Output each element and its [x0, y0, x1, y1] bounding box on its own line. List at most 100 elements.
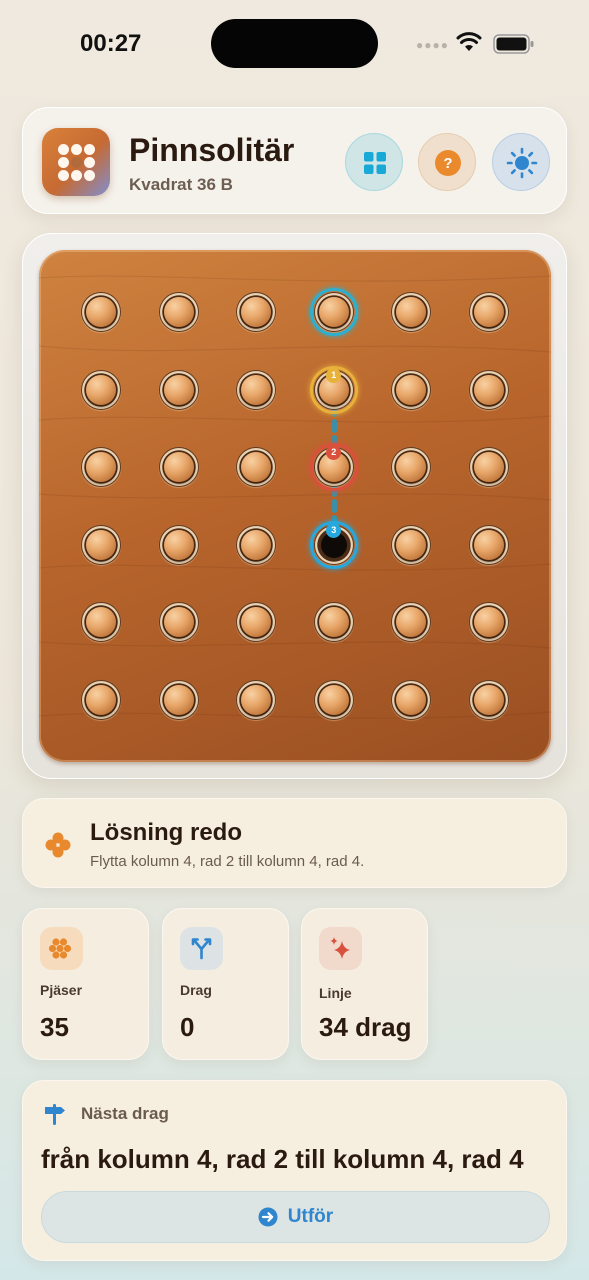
help-icon: ? — [435, 150, 461, 176]
peg[interactable] — [396, 685, 427, 715]
peg[interactable] — [396, 374, 427, 405]
peg[interactable] — [241, 452, 272, 483]
battery-icon — [493, 34, 534, 54]
peg[interactable] — [474, 685, 504, 715]
signal-icon: ●●●● — [416, 38, 449, 52]
peg[interactable] — [474, 297, 504, 327]
peg-hole[interactable] — [391, 524, 432, 565]
peg-hole[interactable] — [313, 602, 354, 643]
peg[interactable] — [86, 297, 116, 327]
peg[interactable] — [474, 607, 504, 638]
peg[interactable] — [241, 297, 272, 327]
stat-card-moves: Drag 0 — [162, 908, 289, 1060]
peg[interactable] — [163, 529, 194, 560]
peg-hole[interactable]: 3 — [309, 520, 358, 569]
solution-title: Lösning redo — [90, 819, 242, 846]
peg-hole[interactable] — [81, 680, 121, 720]
solution-status-card: Lösning redo Flytta kolumn 4, rad 2 till… — [22, 798, 567, 888]
peg-hole[interactable] — [81, 524, 121, 565]
peg-hole[interactable] — [236, 680, 277, 720]
svg-text:?: ? — [443, 155, 452, 172]
stat-value: 34 drag — [319, 1012, 412, 1042]
peg-hole[interactable] — [158, 602, 199, 643]
peg-hole[interactable] — [158, 292, 199, 332]
app-logo-icon — [42, 128, 110, 196]
peg[interactable] — [241, 374, 272, 405]
peg-hole[interactable] — [469, 369, 509, 410]
peg[interactable] — [396, 607, 427, 638]
peg-hole[interactable] — [391, 369, 432, 410]
peg[interactable] — [474, 452, 504, 483]
stat-label: Pjäser — [40, 982, 83, 998]
peg-hole[interactable] — [158, 680, 199, 720]
header-card: Pinnsolitär Kvadrat 36 B ? — [22, 107, 567, 214]
peg[interactable] — [163, 374, 194, 405]
peg-hole[interactable] — [81, 447, 121, 488]
peg-hole[interactable] — [469, 524, 509, 565]
stat-card-line: Linje 34 drag — [301, 908, 428, 1060]
peg[interactable] — [163, 452, 194, 483]
peg-hole[interactable] — [309, 288, 358, 336]
peg-hole[interactable]: 1 — [309, 365, 358, 414]
peg-hole[interactable] — [469, 292, 509, 332]
peg[interactable] — [86, 452, 116, 483]
peg-hole[interactable] — [313, 680, 354, 720]
wifi-icon — [456, 32, 482, 51]
peg[interactable] — [396, 452, 427, 483]
next-move-label: Nästa drag — [81, 1104, 169, 1123]
peg-hole[interactable] — [236, 369, 277, 410]
sparkle-icon — [319, 927, 362, 970]
app-title: Pinnsolitär — [129, 132, 295, 168]
peg-hole[interactable] — [158, 524, 199, 565]
board-frame: 1 2 3 — [22, 233, 567, 779]
next-move-card: Nästa drag från kolumn 4, rad 2 till kol… — [22, 1080, 567, 1261]
peg-hole[interactable] — [469, 680, 509, 720]
peg[interactable] — [86, 607, 116, 638]
peg-hole[interactable] — [158, 447, 199, 488]
theme-button[interactable] — [492, 133, 550, 191]
peg[interactable] — [318, 685, 349, 715]
pegs-icon — [45, 832, 71, 858]
peg[interactable] — [396, 297, 427, 327]
fork-icon — [180, 927, 223, 970]
sun-icon — [506, 147, 538, 179]
peg[interactable] — [163, 297, 194, 327]
help-button[interactable]: ? — [418, 133, 476, 191]
peg[interactable] — [163, 607, 194, 638]
peg[interactable] — [474, 374, 504, 405]
stat-card-pieces: Pjäser 35 — [22, 908, 149, 1060]
clock: 00:27 — [80, 30, 142, 57]
peg[interactable] — [86, 685, 116, 715]
peg[interactable] — [86, 529, 116, 560]
peg-hole[interactable] — [236, 292, 277, 332]
step-badge: 3 — [326, 522, 342, 538]
peg[interactable] — [163, 685, 194, 715]
grid-icon — [364, 152, 386, 174]
peg-hole[interactable] — [469, 447, 509, 488]
stat-label: Linje — [319, 985, 352, 1001]
solution-description: Flytta kolumn 4, rad 2 till kolumn 4, ra… — [90, 853, 365, 870]
board-variant-label: Kvadrat 36 B — [129, 175, 233, 194]
peg[interactable] — [396, 529, 427, 560]
layout-button[interactable] — [345, 133, 403, 191]
peg-hole[interactable] — [81, 292, 121, 332]
highlight-ring — [309, 288, 358, 336]
next-move-text: från kolumn 4, rad 2 till kolumn 4, rad … — [41, 1144, 524, 1174]
execute-move-button[interactable]: Utför — [41, 1191, 550, 1243]
peg-hole[interactable] — [236, 524, 277, 565]
peg-hole[interactable]: 2 — [309, 443, 358, 492]
pegs-icon — [40, 927, 83, 970]
peg-hole[interactable] — [81, 369, 121, 410]
peg[interactable] — [241, 685, 272, 715]
peg[interactable] — [86, 374, 116, 405]
signpost-icon — [45, 1104, 65, 1125]
peg[interactable] — [241, 529, 272, 560]
peg[interactable] — [318, 607, 349, 638]
status-bar: 00:27 ●●●● — [0, 0, 589, 90]
peg[interactable] — [474, 529, 504, 560]
arrow-circle-icon — [258, 1207, 278, 1227]
peg-hole[interactable] — [158, 369, 199, 410]
game-board[interactable]: 1 2 3 — [39, 250, 551, 762]
peg[interactable] — [241, 607, 272, 638]
dynamic-island — [211, 19, 378, 68]
